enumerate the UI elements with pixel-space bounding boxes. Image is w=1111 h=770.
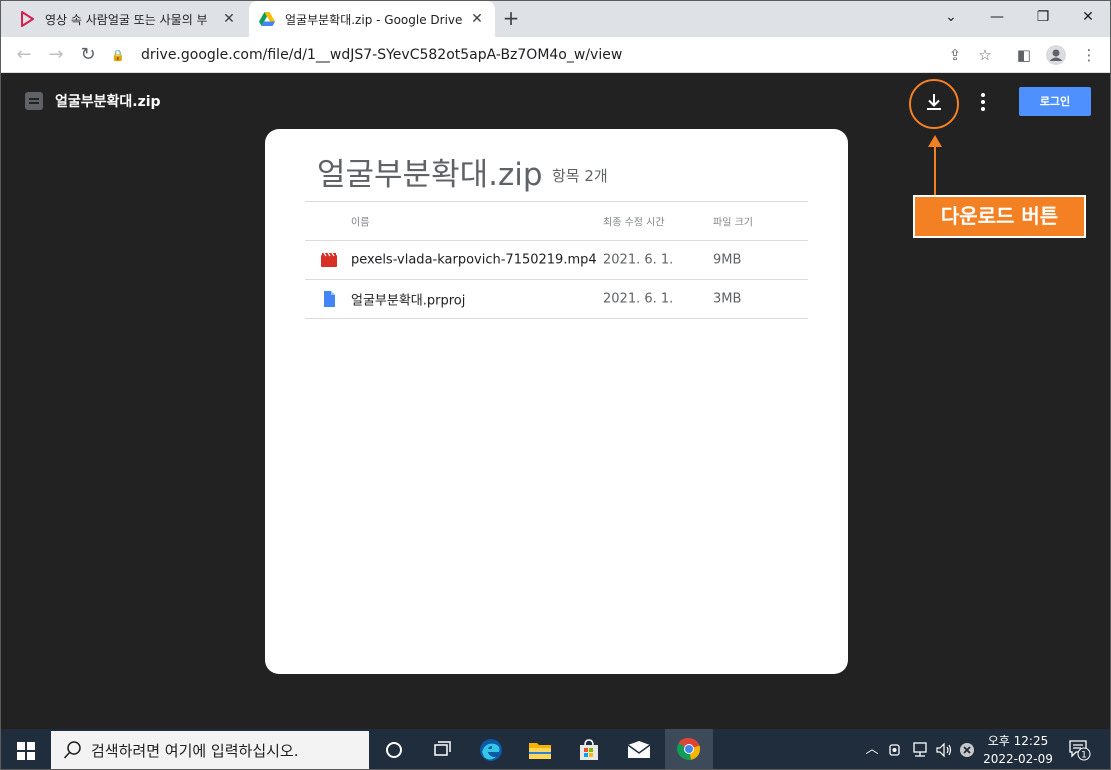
reload-button[interactable]: ↻ — [76, 43, 100, 67]
clock-time: 오후 12:25 — [987, 734, 1049, 748]
file-name: 얼굴부분확대.prproj — [351, 293, 466, 309]
browser-menu-icon[interactable]: ⋮ — [1077, 43, 1101, 67]
tab-title: 영상 속 사람얼굴 또는 사물의 부 — [45, 12, 208, 27]
volume-icon[interactable] — [933, 740, 955, 760]
minimize-button[interactable]: — — [983, 5, 1011, 29]
google-drive-icon — [259, 11, 275, 27]
address-bar[interactable]: 🔒 drive.google.com/file/d/1__wdJS7-SYevC… — [109, 41, 1009, 69]
file-size: 9MB — [713, 252, 742, 268]
column-size: 파일 크기 — [713, 217, 753, 229]
download-button[interactable] — [922, 90, 946, 114]
download-callout-label: 다운로드 버튼 — [913, 195, 1086, 238]
download-icon — [927, 94, 941, 110]
network-icon[interactable] — [909, 740, 931, 760]
column-modified: 최종 수정 시간 — [603, 217, 665, 229]
search-icon — [63, 740, 83, 760]
file-table: 이름 최종 수정 시간 파일 크기 pexels-vlada-karpovich… — [305, 201, 808, 319]
file-name: pexels-vlada-karpovich-7150219.mp4 — [351, 252, 597, 268]
back-button[interactable]: ← — [12, 43, 36, 67]
notification-count: 1 — [1081, 751, 1087, 761]
zip-title: 얼굴부분확대.zip — [317, 157, 543, 193]
column-name: 이름 — [351, 217, 370, 229]
new-tab-button[interactable]: + — [501, 8, 521, 29]
viewer-file-title: 얼굴부분확대.zip — [55, 94, 161, 110]
bookmark-star-icon[interactable]: ☆ — [973, 43, 997, 67]
document-icon — [25, 92, 43, 110]
close-tab-icon[interactable]: ✕ — [469, 11, 485, 27]
more-options-icon[interactable] — [976, 90, 990, 114]
side-panel-icon[interactable]: ◧ — [1012, 43, 1036, 67]
restore-button[interactable]: ❐ — [1029, 5, 1057, 29]
warning-status-icon[interactable] — [957, 740, 977, 760]
close-window-button[interactable]: ✕ — [1074, 5, 1102, 29]
microsoft-store-icon[interactable] — [565, 729, 613, 769]
drive-viewer: 얼굴부분확대.zip 로그인 다운로드 버튼 얼굴부분확대.zip 항목 2개 … — [1, 73, 1110, 729]
edge-browser-icon[interactable] — [467, 729, 515, 769]
url-text: drive.google.com/file/d/1__wdJS7-SYevC58… — [141, 47, 623, 63]
zip-contents-card: 얼굴부분확대.zip 항목 2개 이름 최종 수정 시간 파일 크기 pexel… — [265, 129, 848, 674]
document-file-icon — [321, 291, 337, 307]
lock-icon: 🔒 — [111, 48, 125, 62]
cortana-icon[interactable] — [370, 729, 418, 769]
video-file-icon — [321, 252, 337, 268]
tab-strip: 영상 속 사람얼굴 또는 사물의 부 ✕ 얼굴부분확대.zip - Google… — [1, 1, 1110, 37]
task-view-icon[interactable] — [418, 729, 466, 769]
tab-title: 얼굴부분확대.zip - Google Drive — [285, 12, 463, 27]
notification-center-icon[interactable]: 1 — [1067, 739, 1091, 761]
show-hidden-icons-chevron[interactable]: ︿ — [863, 740, 881, 760]
search-placeholder: 검색하려면 여기에 입력하십시오. — [91, 741, 299, 760]
table-row[interactable]: 얼굴부분확대.prproj 2021. 6. 1. 3MB — [305, 280, 808, 319]
play-triangle-icon — [19, 11, 35, 27]
system-clock[interactable]: 오후 12:25 2022-02-09 — [981, 732, 1055, 768]
table-header: 이름 최종 수정 시간 파일 크기 — [305, 201, 808, 241]
file-modified: 2021. 6. 1. — [603, 252, 674, 268]
file-size: 3MB — [713, 291, 742, 307]
login-button[interactable]: 로그인 — [1019, 87, 1091, 116]
callout-line — [934, 143, 936, 195]
file-explorer-icon[interactable] — [516, 729, 564, 769]
browser-window: 영상 속 사람얼굴 또는 사물의 부 ✕ 얼굴부분확대.zip - Google… — [0, 0, 1111, 770]
mail-icon[interactable] — [615, 729, 663, 769]
chrome-icon[interactable] — [665, 729, 713, 769]
browser-toolbar: ← → ↻ 🔒 drive.google.com/file/d/1__wdJS7… — [1, 37, 1110, 73]
item-count: 항목 2개 — [552, 167, 608, 185]
close-tab-icon[interactable]: ✕ — [221, 11, 237, 27]
share-icon[interactable]: ⇪ — [943, 43, 967, 67]
taskbar-search-box[interactable]: 검색하려면 여기에 입력하십시오. — [51, 731, 369, 769]
tab-google-drive[interactable]: 얼굴부분확대.zip - Google Drive ✕ — [249, 1, 495, 37]
clock-date: 2022-02-09 — [983, 752, 1053, 766]
tab-search-chevron-icon[interactable]: ⌄ — [937, 5, 965, 29]
table-row[interactable]: pexels-vlada-karpovich-7150219.mp4 2021.… — [305, 241, 808, 280]
windows-start-icon[interactable] — [17, 742, 35, 760]
profile-avatar-icon[interactable] — [1044, 43, 1068, 67]
file-modified: 2021. 6. 1. — [603, 291, 674, 307]
windows-taskbar: 검색하려면 여기에 입력하십시오. ︿ 오후 12:25 2022-02-09 … — [1, 729, 1110, 769]
forward-button[interactable]: → — [44, 43, 68, 67]
tab-video-article[interactable]: 영상 속 사람얼굴 또는 사물의 부 ✕ — [9, 1, 247, 37]
meet-now-icon[interactable] — [887, 740, 905, 760]
